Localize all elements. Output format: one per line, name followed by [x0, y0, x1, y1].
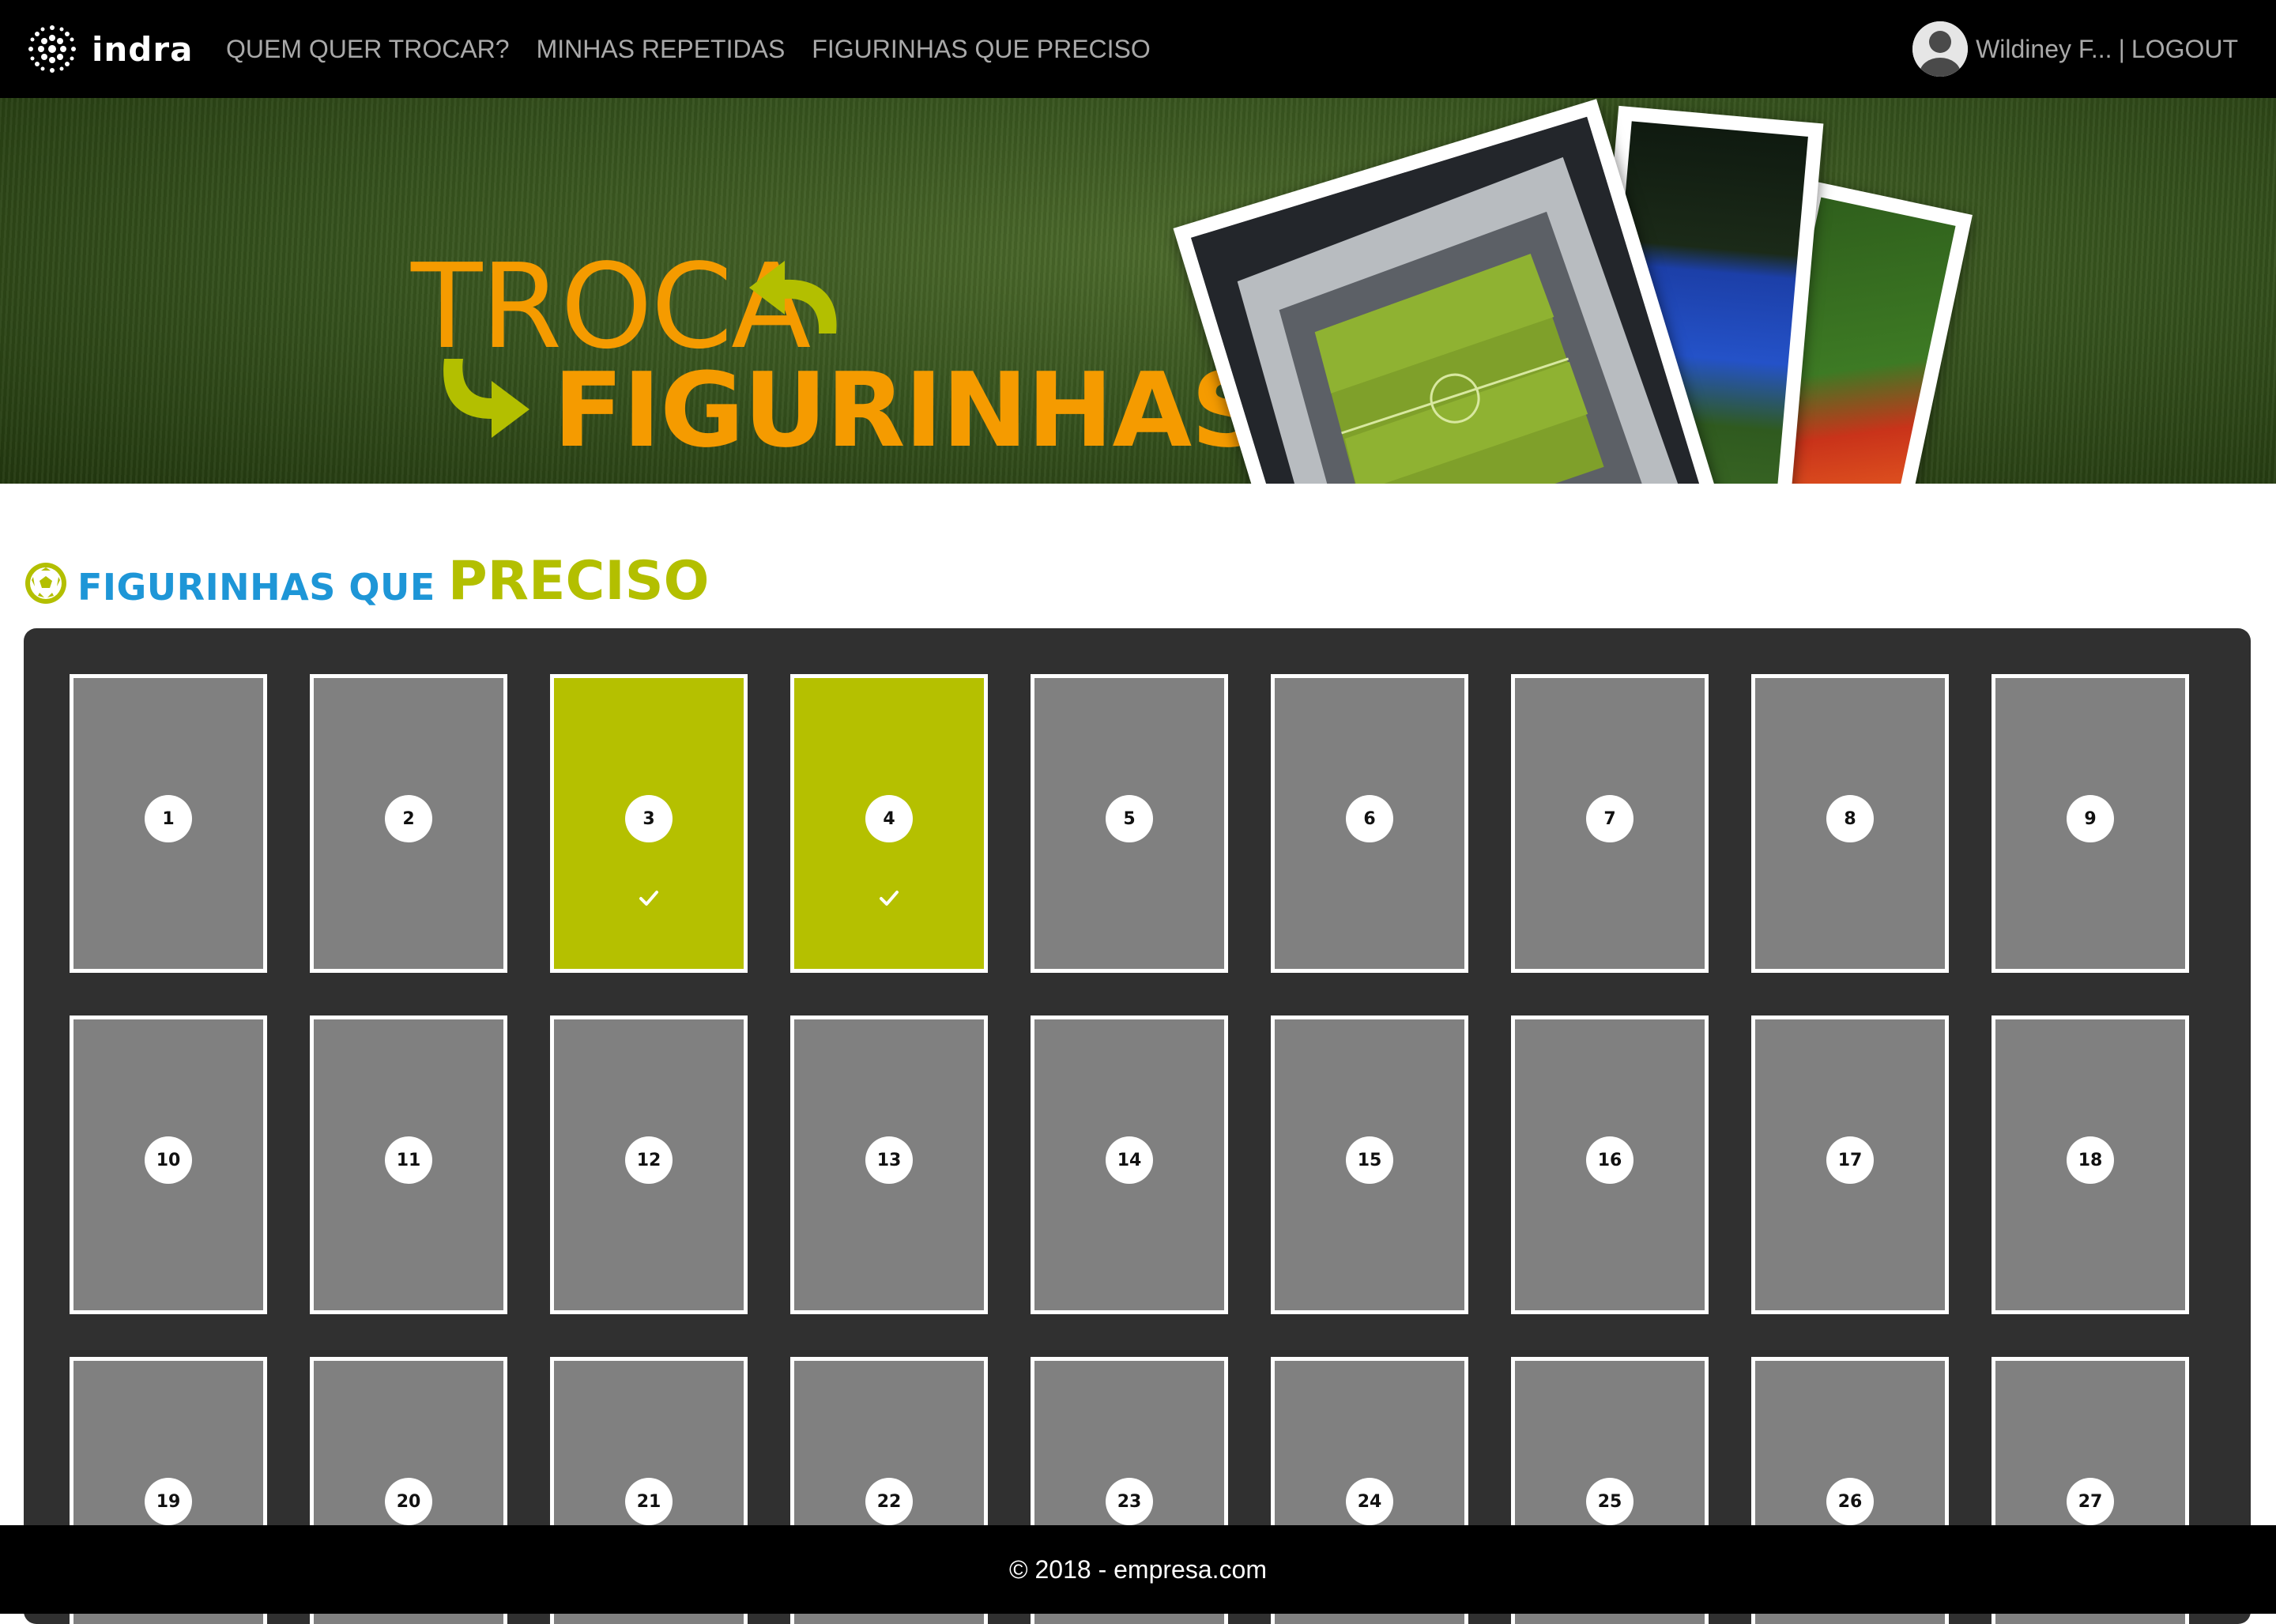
sticker-card-12[interactable]: 12: [550, 1015, 748, 1314]
brand-logo[interactable]: indra: [25, 22, 193, 76]
sticker-card-3[interactable]: 3: [550, 674, 748, 973]
sticker-card-9[interactable]: 9: [1992, 674, 2189, 973]
sticker-number: 13: [865, 1136, 913, 1184]
sticker-number: 6: [1346, 795, 1393, 842]
sticker-number: 19: [145, 1478, 192, 1525]
sticker-card-14[interactable]: 14: [1031, 1015, 1228, 1314]
sticker-card-11[interactable]: 11: [310, 1015, 507, 1314]
navbar: indra QUEM QUER TROCAR? MINHAS REPETIDAS…: [0, 0, 2276, 98]
banner-title-figurinhas: FIGURINHAS: [553, 350, 1265, 470]
sticker-card-4[interactable]: 4: [790, 674, 988, 973]
sticker-album-panel: 1 2 3 4 5 6 7 8 9 10 11 12 13 14 15 16 17 18 19 20 21 22 23 24 2…: [24, 628, 2251, 1624]
sticker-card-5[interactable]: 5: [1031, 674, 1228, 973]
sticker-number: 9: [2067, 795, 2114, 842]
checkmark-icon: [880, 891, 899, 906]
user-avatar-icon: [1912, 21, 1969, 77]
sticker-number: 20: [385, 1478, 432, 1525]
sticker-number: 1: [145, 795, 192, 842]
banner-logo: TROCA FIGURINHAS: [411, 248, 1265, 484]
hero-banner: TROCA FIGURINHAS: [0, 98, 2276, 484]
sticker-number: 12: [625, 1136, 673, 1184]
footer: © 2018 - empresa.com: [0, 1525, 2276, 1614]
nav-link-quem-quer-trocar[interactable]: QUEM QUER TROCAR?: [226, 35, 510, 64]
soccer-ball-icon: [25, 563, 66, 604]
sticker-number: 5: [1106, 795, 1153, 842]
sticker-number: 22: [865, 1478, 913, 1525]
user-name[interactable]: Wildiney F...: [1976, 35, 2112, 64]
page-title-part2: PRECISO: [447, 550, 710, 612]
sticker-number: 18: [2067, 1136, 2114, 1184]
sticker-card-6[interactable]: 6: [1271, 674, 1468, 973]
main-nav: QUEM QUER TROCAR? MINHAS REPETIDAS FIGUR…: [226, 0, 1178, 98]
sticker-card-7[interactable]: 7: [1511, 674, 1709, 973]
page-title: FIGURINHAS QUE PRECISO: [24, 545, 709, 609]
page-title-part1: FIGURINHAS QUE: [77, 566, 435, 609]
sticker-number: 8: [1826, 795, 1874, 842]
nav-link-minhas-repetidas[interactable]: MINHAS REPETIDAS: [537, 35, 786, 64]
footer-copyright: © 2018 - empresa.com: [1009, 1554, 1267, 1584]
sticker-number: 17: [1826, 1136, 1874, 1184]
sticker-card-13[interactable]: 13: [790, 1015, 988, 1314]
curved-arrow-left-icon: [749, 261, 837, 333]
sticker-number: 26: [1826, 1478, 1874, 1525]
sticker-number: 10: [145, 1136, 192, 1184]
sticker-card-15[interactable]: 15: [1271, 1015, 1468, 1314]
checkmark-icon: [639, 891, 658, 906]
nav-separator: |: [2118, 34, 2125, 63]
user-menu: Wildiney F... | LOGOUT: [1912, 0, 2238, 98]
indra-logo-icon: [28, 25, 76, 73]
sticker-card-1[interactable]: 1: [70, 674, 267, 973]
sticker-number: 3: [625, 795, 673, 842]
avatar[interactable]: [1912, 21, 1969, 77]
sticker-number: 27: [2067, 1478, 2114, 1525]
sticker-card-17[interactable]: 17: [1751, 1015, 1949, 1314]
sticker-number: 25: [1586, 1478, 1634, 1525]
sticker-number: 7: [1586, 795, 1634, 842]
sticker-number: 15: [1346, 1136, 1393, 1184]
sticker-number: 11: [385, 1136, 432, 1184]
sticker-card-10[interactable]: 10: [70, 1015, 267, 1314]
logout-link[interactable]: LOGOUT: [2131, 35, 2238, 64]
sticker-number: 24: [1346, 1478, 1393, 1525]
sticker-number: 2: [385, 795, 432, 842]
sticker-number: 4: [865, 795, 913, 842]
sticker-card-2[interactable]: 2: [310, 674, 507, 973]
curved-arrow-right-icon: [443, 359, 529, 438]
sticker-card-8[interactable]: 8: [1751, 674, 1949, 973]
sticker-number: 23: [1106, 1478, 1153, 1525]
brand-name: indra: [92, 29, 194, 69]
sticker-card-16[interactable]: 16: [1511, 1015, 1709, 1314]
sticker-card-18[interactable]: 18: [1992, 1015, 2189, 1314]
sticker-number: 21: [625, 1478, 673, 1525]
sticker-number: 16: [1586, 1136, 1634, 1184]
nav-link-figurinhas-que-preciso[interactable]: FIGURINHAS QUE PRECISO: [812, 35, 1151, 64]
sticker-number: 14: [1106, 1136, 1153, 1184]
